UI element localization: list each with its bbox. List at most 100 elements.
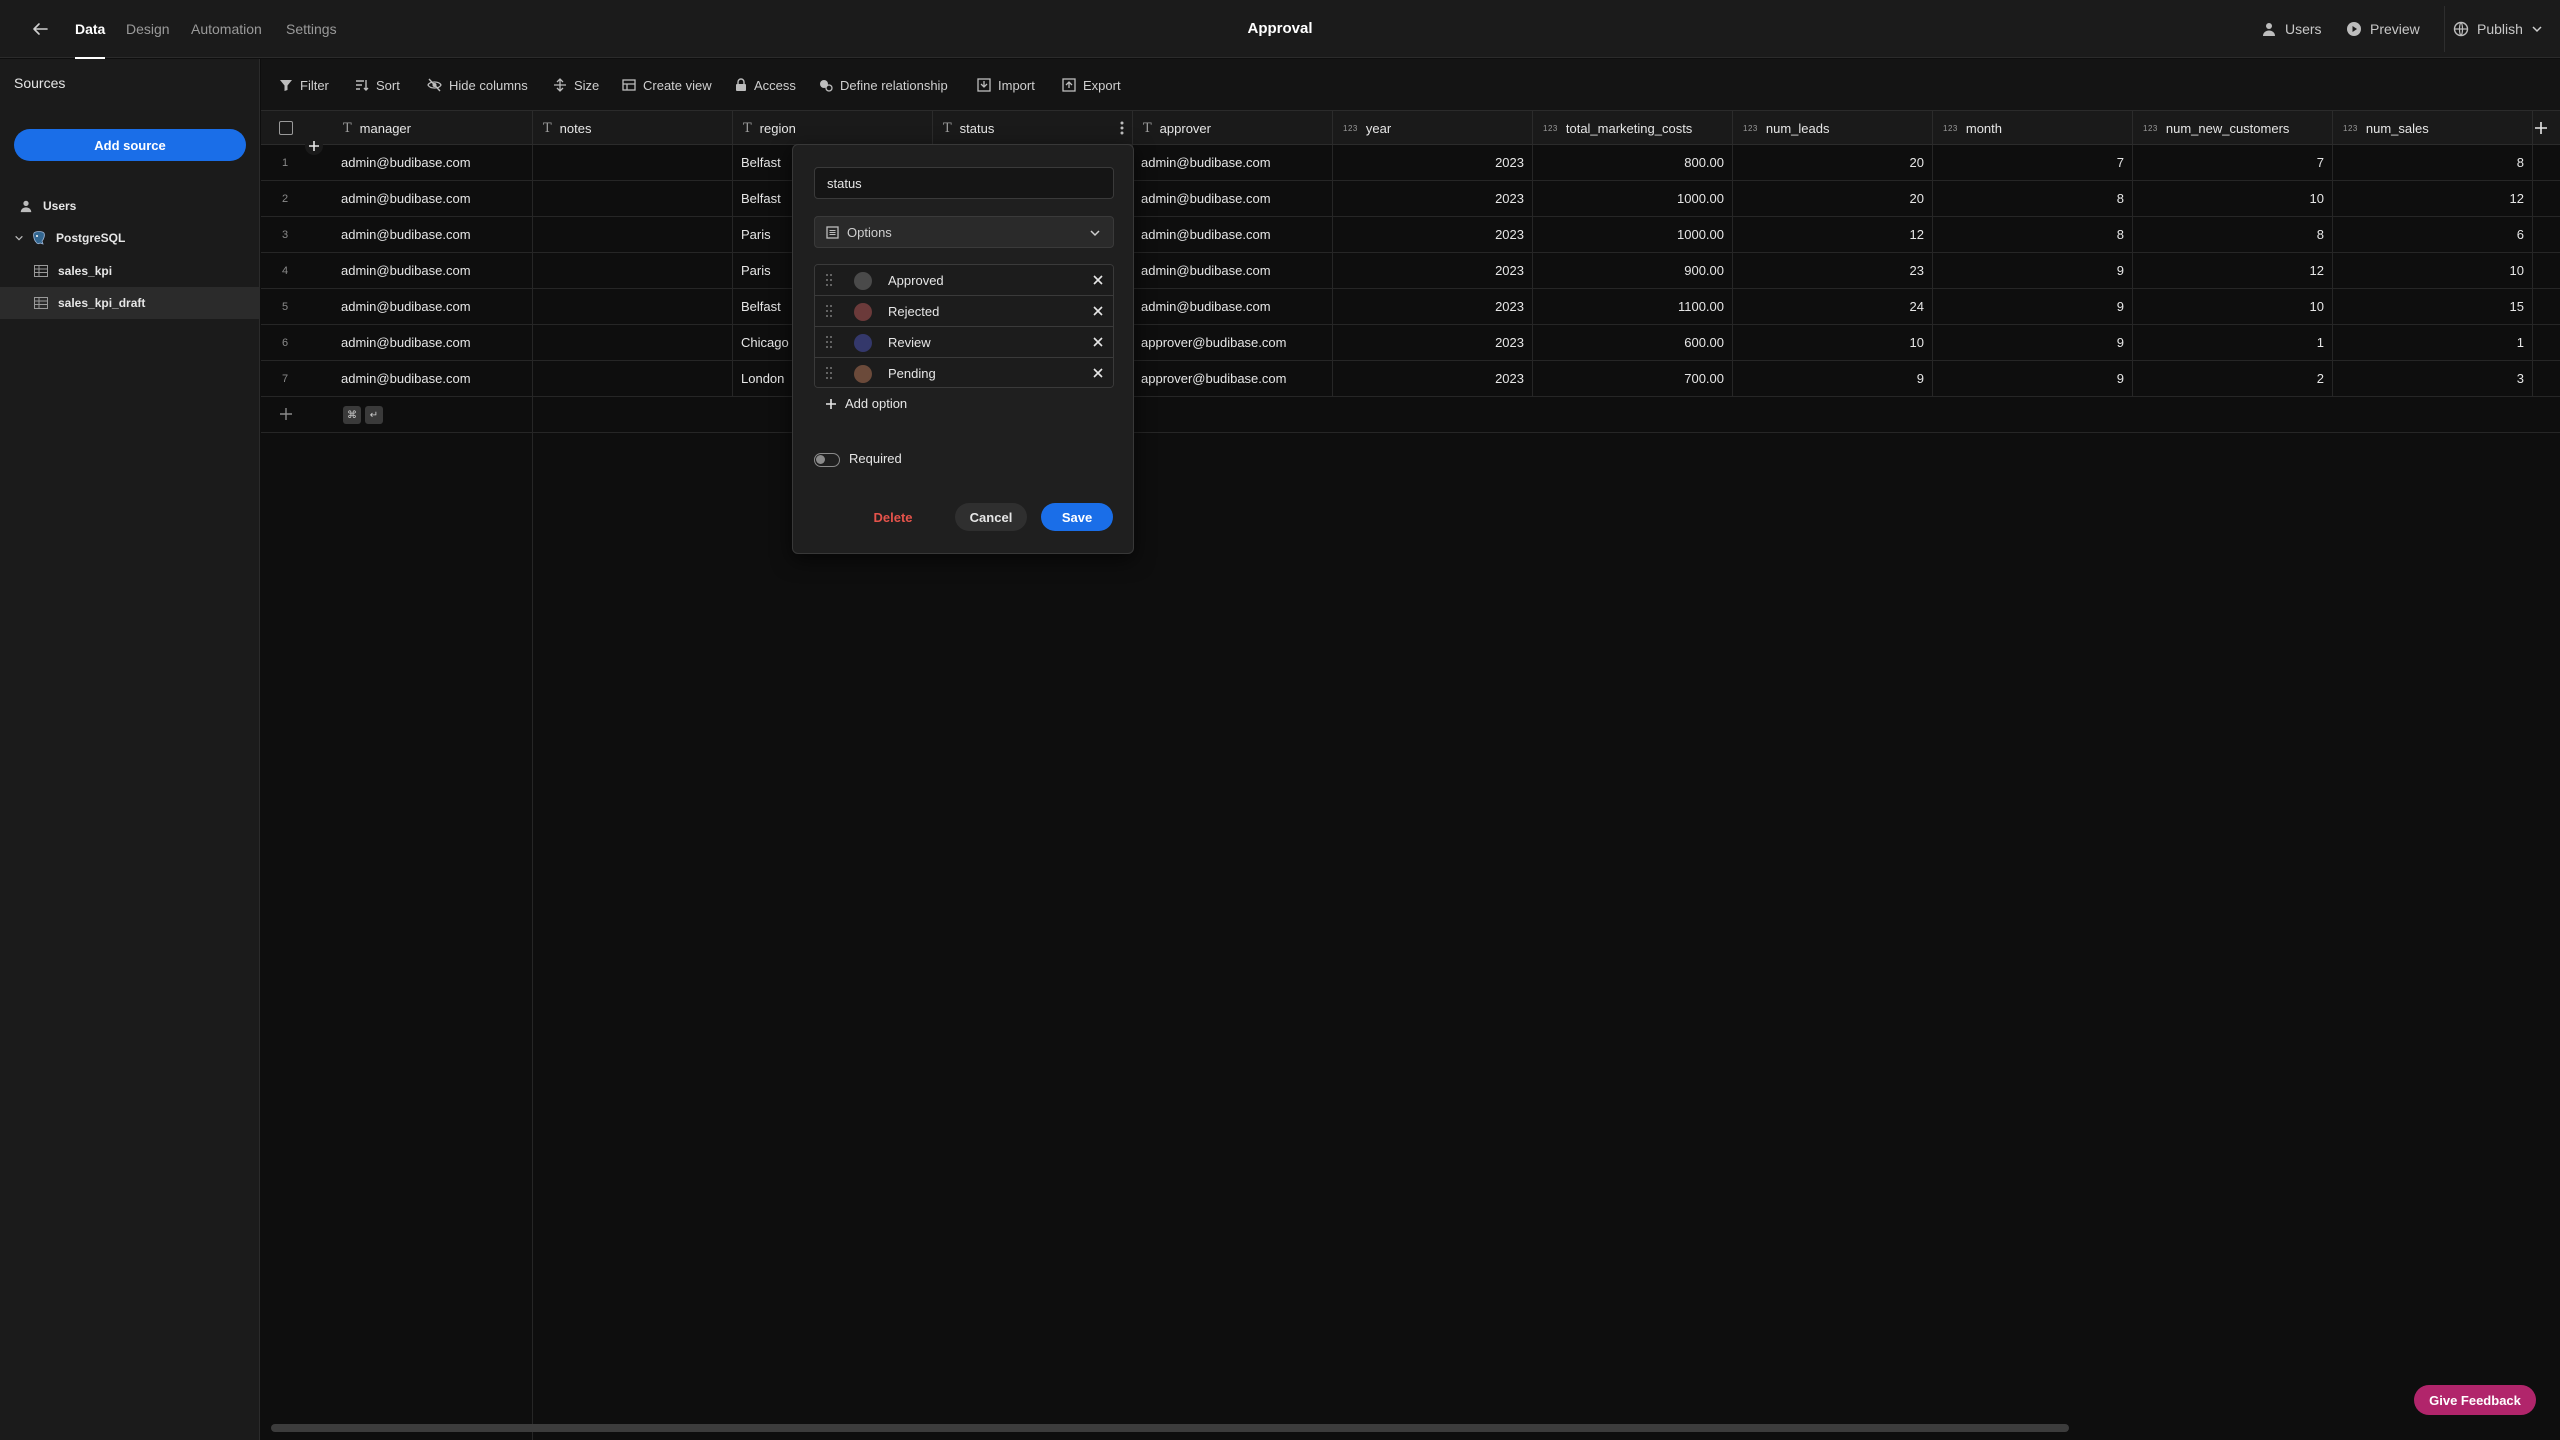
table-row[interactable]: 1 admin@budibase.com Belfast admin@budibase… (261, 145, 2560, 181)
cell-year[interactable]: 2023 (1333, 253, 1533, 289)
cell-notes[interactable] (533, 253, 733, 289)
option-color-swatch[interactable] (854, 303, 872, 321)
column-header-num-sales[interactable]: 123 num_sales (2333, 111, 2533, 145)
cell-total-marketing-costs[interactable]: 1000.00 (1533, 181, 1733, 217)
publish-button[interactable]: Publish (2453, 0, 2543, 58)
cell-num-new-customers[interactable]: 2 (2133, 361, 2333, 397)
tab-design[interactable]: Design (126, 0, 170, 58)
cell-approver[interactable]: admin@budibase.com (1133, 253, 1333, 289)
drag-handle-icon[interactable] (825, 304, 833, 318)
access-button[interactable]: Access (735, 59, 796, 111)
cell-total-marketing-costs[interactable]: 600.00 (1533, 325, 1733, 361)
option-label[interactable]: Pending (888, 358, 936, 387)
cell-num-sales[interactable]: 15 (2333, 289, 2533, 325)
column-header-num-new-customers[interactable]: 123 num_new_customers (2133, 111, 2333, 145)
cell-num-sales[interactable]: 10 (2333, 253, 2533, 289)
close-icon[interactable] (1091, 304, 1105, 318)
cell-num-new-customers[interactable]: 8 (2133, 217, 2333, 253)
cell-notes[interactable] (533, 181, 733, 217)
cell-year[interactable]: 2023 (1333, 217, 1533, 253)
cell-year[interactable]: 2023 (1333, 325, 1533, 361)
cell-num-sales[interactable]: 12 (2333, 181, 2533, 217)
column-header-notes[interactable]: T notes (533, 111, 733, 145)
close-icon[interactable] (1091, 366, 1105, 380)
save-button[interactable]: Save (1041, 503, 1113, 531)
cell-num-new-customers[interactable]: 12 (2133, 253, 2333, 289)
sidebar-item-postgresql[interactable]: PostgreSQL (0, 222, 260, 254)
cell-month[interactable]: 9 (1933, 289, 2133, 325)
define-relationship-button[interactable]: Define relationship (819, 59, 948, 111)
create-view-button[interactable]: Create view (622, 59, 712, 111)
sidebar-item-sales-kpi-draft[interactable]: sales_kpi_draft (0, 287, 260, 319)
close-icon[interactable] (1091, 335, 1105, 349)
cell-approver[interactable]: approver@budibase.com (1133, 325, 1333, 361)
cell-approver[interactable]: admin@budibase.com (1133, 217, 1333, 253)
column-type-select[interactable]: Options (814, 216, 1114, 248)
cell-month[interactable]: 8 (1933, 181, 2133, 217)
cell-manager[interactable]: admin@budibase.com (333, 253, 533, 289)
cell-num-sales[interactable]: 1 (2333, 325, 2533, 361)
table-row[interactable]: 3 admin@budibase.com Paris admin@budibase.c… (261, 217, 2560, 253)
chevron-down-icon[interactable] (14, 233, 26, 243)
cancel-button[interactable]: Cancel (955, 503, 1027, 531)
cell-year[interactable]: 2023 (1333, 181, 1533, 217)
column-name-input[interactable] (814, 167, 1114, 199)
option-label[interactable]: Approved (888, 265, 944, 296)
drag-handle-icon[interactable] (825, 273, 833, 287)
cell-total-marketing-costs[interactable]: 700.00 (1533, 361, 1733, 397)
column-header-manager[interactable]: T manager (333, 111, 533, 145)
cell-num-leads[interactable]: 23 (1733, 253, 1933, 289)
cell-manager[interactable]: admin@budibase.com (333, 181, 533, 217)
cell-num-leads[interactable]: 20 (1733, 145, 1933, 181)
column-header-num-leads[interactable]: 123 num_leads (1733, 111, 1933, 145)
cell-month[interactable]: 9 (1933, 325, 2133, 361)
cell-total-marketing-costs[interactable]: 1100.00 (1533, 289, 1733, 325)
table-row[interactable]: 5 admin@budibase.com Belfast admin@budibase… (261, 289, 2560, 325)
sidebar-item-users[interactable]: Users (0, 190, 260, 222)
option-label[interactable]: Rejected (888, 296, 939, 327)
tab-automation[interactable]: Automation (191, 0, 262, 58)
give-feedback-button[interactable]: Give Feedback (2414, 1385, 2536, 1415)
option-color-swatch[interactable] (854, 365, 872, 383)
column-header-region[interactable]: T region (733, 111, 933, 145)
table-row[interactable]: 4 admin@budibase.com Paris admin@budibase.c… (261, 253, 2560, 289)
sidebar-item-sales-kpi[interactable]: sales_kpi (0, 255, 260, 287)
horizontal-scrollbar[interactable] (271, 1424, 2069, 1432)
cell-num-leads[interactable]: 20 (1733, 181, 1933, 217)
size-button[interactable]: Size (553, 59, 599, 111)
cell-num-leads[interactable]: 24 (1733, 289, 1933, 325)
tab-data[interactable]: Data (75, 0, 106, 59)
cell-notes[interactable] (533, 145, 733, 181)
select-all-checkbox[interactable] (279, 121, 293, 135)
cell-num-leads[interactable]: 12 (1733, 217, 1933, 253)
cell-notes[interactable] (533, 217, 733, 253)
sort-button[interactable]: Sort (355, 59, 400, 111)
cell-total-marketing-costs[interactable]: 900.00 (1533, 253, 1733, 289)
cell-year[interactable]: 2023 (1333, 145, 1533, 181)
cell-approver[interactable]: admin@budibase.com (1133, 289, 1333, 325)
add-row[interactable]: ⌘ ↵ (261, 397, 2560, 433)
cell-approver[interactable]: admin@budibase.com (1133, 181, 1333, 217)
cell-num-new-customers[interactable]: 1 (2133, 325, 2333, 361)
cell-month[interactable]: 9 (1933, 361, 2133, 397)
delete-button[interactable]: Delete (868, 503, 918, 531)
column-header-total-marketing-costs[interactable]: 123 total_marketing_costs (1533, 111, 1733, 145)
cell-year[interactable]: 2023 (1333, 289, 1533, 325)
cell-month[interactable]: 9 (1933, 253, 2133, 289)
back-button[interactable] (26, 15, 54, 43)
cell-num-leads[interactable]: 9 (1733, 361, 1933, 397)
tab-settings[interactable]: Settings (286, 0, 337, 58)
import-button[interactable]: Import (977, 59, 1035, 111)
cell-num-sales[interactable]: 3 (2333, 361, 2533, 397)
cell-month[interactable]: 7 (1933, 145, 2133, 181)
cell-notes[interactable] (533, 325, 733, 361)
users-button[interactable]: Users (2261, 0, 2322, 58)
cell-month[interactable]: 8 (1933, 217, 2133, 253)
plus-icon[interactable] (279, 407, 293, 424)
option-label[interactable]: Review (888, 327, 931, 358)
cell-manager[interactable]: admin@budibase.com (333, 289, 533, 325)
export-button[interactable]: Export (1062, 59, 1121, 111)
cell-manager[interactable]: admin@budibase.com (333, 145, 533, 181)
cell-total-marketing-costs[interactable]: 800.00 (1533, 145, 1733, 181)
cell-approver[interactable]: approver@budibase.com (1133, 361, 1333, 397)
